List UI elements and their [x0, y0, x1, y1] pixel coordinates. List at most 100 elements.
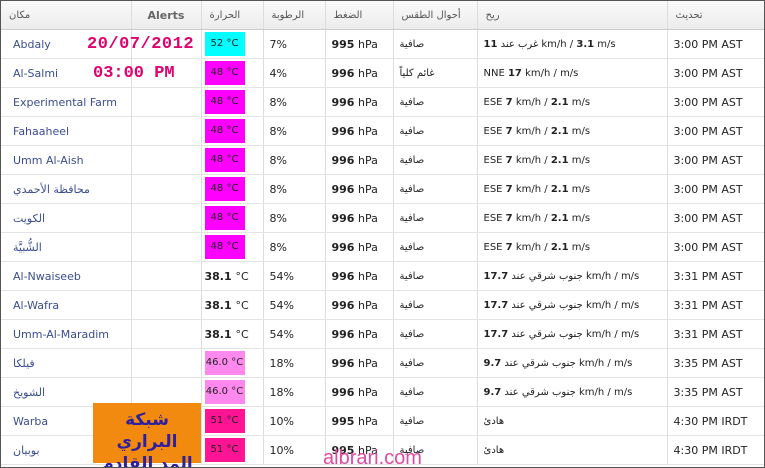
- wind-direction: غرب عند: [500, 38, 539, 50]
- place-link[interactable]: الشويخ: [13, 386, 45, 399]
- table-row: Al-Wafra 38.1 °C 54% 996 hPa صافية 17.7 …: [1, 290, 764, 320]
- wind-speed-kmh: 7: [505, 212, 513, 224]
- conditions-text: صافية: [399, 183, 425, 195]
- place-link[interactable]: Al-Wafra: [13, 299, 59, 312]
- place-link[interactable]: محافظة الأحمدي: [13, 183, 90, 196]
- place-link[interactable]: Warba: [13, 415, 48, 428]
- cell-wind: هادئ: [477, 435, 668, 465]
- col-header-temp[interactable]: الحرارة: [201, 1, 264, 30]
- cell-place[interactable]: Fahaaheel: [1, 116, 132, 146]
- col-header-place[interactable]: مكان: [1, 1, 132, 30]
- wind-speed-kmh: 11: [483, 38, 498, 50]
- wind-unit-ms: m/s: [620, 328, 640, 340]
- cell-place[interactable]: Umm Al-Aish: [1, 145, 132, 175]
- wind-unit-ms: m/s: [571, 125, 591, 137]
- cell-pressure: 996 hPa: [325, 87, 394, 117]
- cell-updated: 4:30 PM IRDT: [667, 435, 764, 465]
- cell-humidity: 54%: [263, 290, 326, 320]
- cell-place[interactable]: Al-Nwaiseeb: [1, 261, 132, 291]
- cell-pressure: 996 hPa: [325, 203, 394, 233]
- wind-unit-kmh: km/h: [515, 154, 542, 166]
- cell-temp: 48 °C: [201, 174, 264, 204]
- wind-speed-kmh: 7: [505, 241, 513, 253]
- wind-unit-kmh: km/h: [515, 183, 542, 195]
- temp-value-box: 46.0 °C: [204, 351, 245, 375]
- pressure-value: 995: [331, 37, 355, 51]
- place-link[interactable]: Umm Al-Aish: [13, 154, 84, 167]
- cell-pressure: 996 hPa: [325, 116, 394, 146]
- place-link[interactable]: بوبيان: [13, 444, 40, 457]
- place-link[interactable]: Al-Salmi: [13, 67, 58, 80]
- cell-place[interactable]: فيلكا: [1, 348, 132, 378]
- place-link[interactable]: Abdaly: [13, 38, 51, 51]
- place-link[interactable]: Umm-Al-Maradim: [13, 328, 109, 341]
- pressure-unit: hPa: [357, 211, 378, 225]
- cell-wind: NNE 17 km/h / m/s: [477, 58, 668, 88]
- watermark-text: albrari.com: [323, 447, 422, 468]
- cell-place[interactable]: محافظة الأحمدي: [1, 174, 132, 204]
- col-header-pressure[interactable]: الضغط: [325, 1, 394, 30]
- wind-unit-kmh: km/h: [515, 241, 542, 253]
- cell-temp: 48 °C: [201, 116, 264, 146]
- wind-unit-ms: m/s: [613, 386, 633, 398]
- cell-alerts: [131, 203, 202, 233]
- table-header-row: مكان Alerts الحرارة الرطوبة الضغط أحوال …: [1, 1, 764, 30]
- cell-updated: 3:00 PM AST: [667, 58, 764, 88]
- cell-pressure: 996 hPa: [325, 348, 394, 378]
- temp-value: 48: [210, 125, 224, 136]
- col-header-wind[interactable]: ريح: [477, 1, 668, 30]
- pressure-value: 996: [331, 269, 355, 283]
- temp-unit: °C: [226, 154, 239, 165]
- cell-place[interactable]: الشُّبيَّة: [1, 232, 132, 262]
- wind-direction: جنوب شرقي عند: [504, 386, 576, 398]
- temp-value-box: 48 °C: [204, 61, 245, 85]
- table-row: فيلكا 46.0 °C 18% 996 hPa صافية 9.7 جنوب…: [1, 348, 764, 378]
- pressure-unit: hPa: [357, 124, 378, 138]
- place-link[interactable]: فيلكا: [13, 357, 35, 370]
- place-link[interactable]: Experimental Farm: [13, 96, 117, 109]
- cell-place[interactable]: الكويت: [1, 203, 132, 233]
- cell-place[interactable]: Umm-Al-Maradim: [1, 319, 132, 349]
- cell-wind: هادئ: [477, 406, 668, 436]
- temp-unit: °C: [226, 125, 239, 136]
- temp-unit: °C: [226, 212, 239, 223]
- pressure-value: 996: [331, 95, 355, 109]
- conditions-text: صافية: [399, 96, 425, 108]
- col-header-updated[interactable]: تحديث: [667, 1, 764, 30]
- wind-unit-kmh: km/h: [578, 357, 605, 369]
- temp-value-box: 48 °C: [204, 177, 245, 201]
- place-link[interactable]: الكويت: [13, 212, 45, 225]
- col-header-alerts[interactable]: Alerts: [131, 1, 202, 30]
- col-header-conditions[interactable]: أحوال الطقس: [393, 1, 478, 30]
- cell-pressure: 995 hPa: [325, 406, 394, 436]
- wind-direction: ESE: [483, 154, 503, 166]
- pressure-value: 996: [331, 124, 355, 138]
- conditions-text: صافية: [399, 241, 425, 253]
- place-link[interactable]: Al-Nwaiseeb: [13, 270, 81, 283]
- cell-conditions: صافية: [393, 319, 478, 349]
- cell-wind: 11 غرب عند km/h / 3.1 m/s: [477, 29, 668, 59]
- temp-unit: °C: [226, 241, 239, 252]
- cell-place[interactable]: Experimental Farm: [1, 87, 132, 117]
- cell-updated: 3:31 PM AST: [667, 290, 764, 320]
- place-link[interactable]: Fahaaheel: [13, 125, 69, 138]
- temp-value: 51: [210, 415, 224, 426]
- wind-speed-ms: 2.1: [550, 212, 569, 224]
- cell-wind: ESE 7 km/h / 2.1 m/s: [477, 203, 668, 233]
- cell-temp: 38.1 °C: [201, 261, 264, 291]
- cell-conditions: غائم كلياً: [393, 58, 478, 88]
- col-header-humidity[interactable]: الرطوبة: [263, 1, 326, 30]
- wind-direction: هادئ: [483, 444, 505, 456]
- temp-value: 48: [210, 67, 224, 78]
- cell-place[interactable]: Al-Wafra: [1, 290, 132, 320]
- wind-speed-ms: 2.1: [550, 183, 569, 195]
- temp-value: 51: [210, 444, 224, 455]
- pressure-unit: hPa: [357, 414, 378, 428]
- cell-wind: 17.7 جنوب شرقي عند km/h / m/s: [477, 290, 668, 320]
- pressure-value: 996: [331, 66, 355, 80]
- temp-value-box: 48 °C: [204, 206, 245, 230]
- table-row: الكويت 48 °C 8% 996 hPa صافية ESE 7 km/h…: [1, 203, 764, 233]
- place-link[interactable]: الشُّبيَّة: [13, 241, 42, 254]
- wind-speed-ms: 2.1: [550, 154, 569, 166]
- pressure-unit: hPa: [357, 66, 378, 80]
